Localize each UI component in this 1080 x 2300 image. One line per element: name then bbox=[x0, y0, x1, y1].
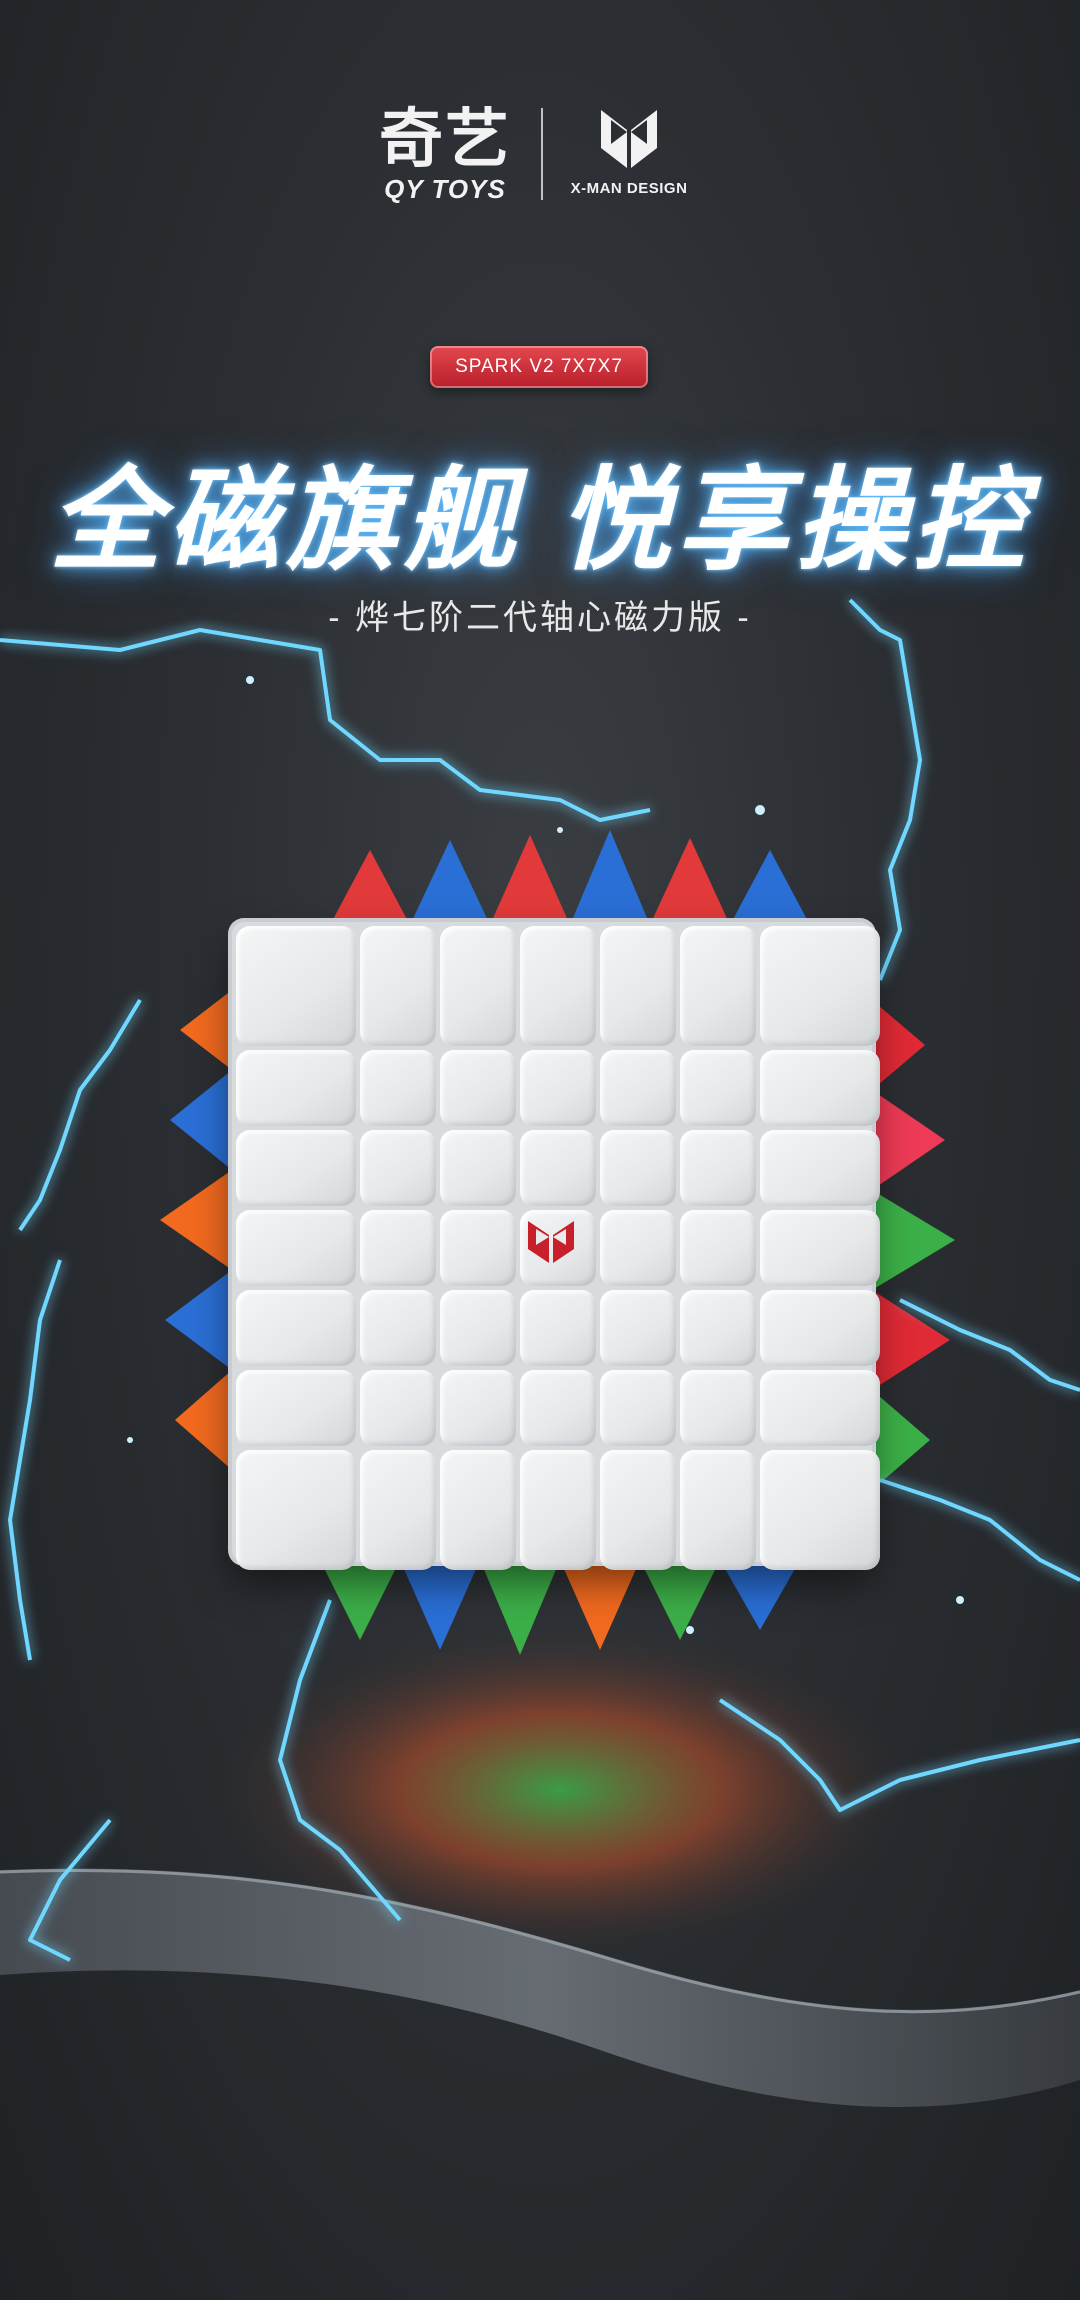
cube-tile bbox=[760, 1370, 880, 1446]
cube-tile bbox=[236, 1050, 356, 1126]
cube-tile bbox=[680, 1290, 756, 1366]
cube-tile bbox=[236, 1370, 356, 1446]
cube-tile bbox=[440, 1450, 516, 1570]
cube-tile bbox=[600, 926, 676, 1046]
xman-design-label: X-MAN DESIGN bbox=[570, 180, 688, 197]
cube-tile bbox=[360, 926, 436, 1046]
cube-tile bbox=[760, 1450, 880, 1570]
cube-tile bbox=[520, 1130, 596, 1206]
cube-tile bbox=[360, 1370, 436, 1446]
cube-tile bbox=[760, 926, 880, 1046]
cube-tile bbox=[600, 1130, 676, 1206]
cube-tile bbox=[760, 1210, 880, 1286]
model-badge: SPARK V2 7X7X7 bbox=[430, 346, 648, 388]
cube-tile bbox=[600, 1370, 676, 1446]
cube-tile bbox=[360, 1050, 436, 1126]
qy-brand-english: QY TOYS bbox=[384, 174, 506, 204]
cube-tile bbox=[520, 1050, 596, 1126]
cube-tile bbox=[760, 1290, 880, 1366]
cube-tile bbox=[520, 1450, 596, 1570]
cube-tile bbox=[236, 1210, 356, 1286]
xman-logo-icon bbox=[528, 1221, 574, 1263]
cube-tile bbox=[236, 1450, 356, 1570]
cube-tile bbox=[440, 1130, 516, 1206]
cube-tile bbox=[600, 1050, 676, 1126]
product-poster: 奇艺 QY TOYS X-MAN DESIGN SPARK V2 7X7X7 全… bbox=[0, 0, 1080, 2300]
cube-tile bbox=[360, 1130, 436, 1206]
cube-tile bbox=[600, 1450, 676, 1570]
cube-tile bbox=[440, 1370, 516, 1446]
cube-tile bbox=[440, 1210, 516, 1286]
cube-tile bbox=[680, 926, 756, 1046]
cube-tile bbox=[680, 1050, 756, 1126]
cube-tile bbox=[680, 1370, 756, 1446]
cube-tile bbox=[680, 1450, 756, 1570]
cube-tile bbox=[520, 1290, 596, 1366]
cube-tile bbox=[440, 1290, 516, 1366]
cube-tile bbox=[360, 1450, 436, 1570]
cube-face bbox=[232, 922, 880, 1570]
cube-tile bbox=[680, 1210, 756, 1286]
cube-tile bbox=[440, 926, 516, 1046]
cube-tile bbox=[760, 1050, 880, 1126]
cube-tile bbox=[600, 1290, 676, 1366]
brand-header: 奇艺 QY TOYS X-MAN DESIGN bbox=[0, 100, 1080, 210]
cube-tile bbox=[520, 1370, 596, 1446]
cube-tile bbox=[760, 1130, 880, 1206]
xman-bowtie-icon bbox=[601, 110, 657, 168]
cube-tile bbox=[236, 1290, 356, 1366]
cube-tile bbox=[360, 1290, 436, 1366]
cube-tile bbox=[236, 1130, 356, 1206]
subheadline: - 烨七阶二代轴心磁力版 - bbox=[328, 599, 752, 637]
qy-brand-chinese: 奇艺 bbox=[379, 103, 511, 175]
cube-tile bbox=[360, 1210, 436, 1286]
headline: 全磁旗舰 悦享操控 bbox=[49, 458, 1031, 583]
brand-divider bbox=[541, 108, 543, 200]
cube-tile bbox=[236, 926, 356, 1046]
cube-tile bbox=[600, 1210, 676, 1286]
cube-tile bbox=[440, 1050, 516, 1126]
cube-tile bbox=[680, 1130, 756, 1206]
cube-tile bbox=[520, 926, 596, 1046]
